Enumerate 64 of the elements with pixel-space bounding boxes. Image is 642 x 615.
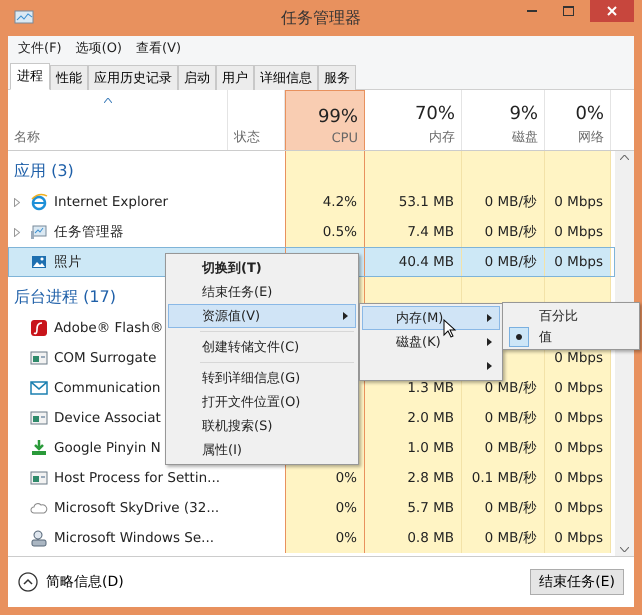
table-cell: 7.4 MB (365, 217, 462, 247)
process-name: Google Pinyin N (54, 440, 161, 456)
process-name: Internet Explorer (54, 194, 168, 210)
table-cell: 0 Mbps (545, 373, 611, 403)
window-title: 任务管理器 (280, 8, 362, 28)
table-cell: 0% (285, 523, 365, 553)
table-cell: 0 MB/秒 (462, 187, 545, 217)
process-name: 任务管理器 (54, 223, 124, 241)
process-name: Adobe® Flash® (54, 320, 164, 336)
table-cell: 2.8 MB (365, 463, 462, 493)
table-cell: 0 MB/秒 (462, 433, 545, 463)
menu-label: 切换到(T) (202, 260, 262, 277)
column-percent: 70% (414, 103, 455, 124)
table-cell: 40.4 MB (365, 247, 462, 277)
column-label: CPU (332, 131, 358, 146)
menu-label: 百分比 (539, 308, 578, 324)
column-label: 网络 (578, 129, 604, 146)
table-cell: 0 Mbps (545, 403, 611, 433)
process-name: Communication (54, 380, 160, 396)
process-name: Microsoft Windows Se... (54, 530, 214, 546)
column-label: 内存 (429, 129, 455, 146)
table-cell: 0 Mbps (545, 433, 611, 463)
menu-label: 转到详细信息(G) (202, 370, 300, 387)
menu-label: 内存(M) (396, 310, 444, 327)
table-cell: 0 Mbps (545, 463, 611, 493)
process-name: Microsoft SkyDrive (32... (54, 500, 220, 516)
menu-label: 资源值(V) (202, 308, 260, 325)
menu-label: 打开文件位置(O) (202, 394, 300, 411)
process-name: Device Associat (54, 410, 161, 426)
menu-label: 创建转储文件(C) (202, 339, 300, 356)
table-cell: 1.0 MB (365, 433, 462, 463)
table-cell: 0 Mbps (545, 217, 611, 247)
table-cell: 0.8 MB (365, 523, 462, 553)
table-cell: 0% (285, 493, 365, 523)
table-cell: 0 MB/秒 (462, 493, 545, 523)
process-name: 照片 (54, 253, 82, 271)
menu-label: 磁盘(K) (396, 334, 441, 351)
menu-label: 值 (539, 328, 552, 346)
menu-label: 结束任务(E) (202, 284, 272, 301)
table-cell: 5.7 MB (365, 493, 462, 523)
table-cell: 2.0 MB (365, 403, 462, 433)
group-title: 后台进程 (17) (14, 287, 116, 308)
table-cell: 0 Mbps (545, 247, 611, 277)
table-cell: 0 Mbps (545, 187, 611, 217)
menu-label: 联机搜索(S) (202, 418, 272, 435)
group-title: 应用 (3) (14, 161, 74, 182)
column-label: 磁盘 (512, 129, 538, 146)
table-cell: 0 Mbps (545, 493, 611, 523)
table-cell: 0 MB/秒 (462, 403, 545, 433)
table-cell: 53.1 MB (365, 187, 462, 217)
table-cell: 0 Mbps (545, 523, 611, 553)
column-percent: 0% (575, 103, 604, 124)
column-percent: 99% (318, 106, 358, 127)
menu-label: 属性(I) (202, 442, 242, 459)
table-cell: 4.2% (285, 187, 365, 217)
table-cell: 0 MB/秒 (462, 247, 545, 277)
process-name: COM Surrogate (54, 350, 156, 366)
column-percent: 9% (509, 103, 538, 124)
table-cell: 0.5% (285, 217, 365, 247)
process-name: Host Process for Settin... (54, 470, 220, 486)
table-cell: 0 MB/秒 (462, 217, 545, 247)
table-cell: 0% (285, 463, 365, 493)
table-cell: 0.1 MB/秒 (462, 463, 545, 493)
table-cell: 0 MB/秒 (462, 523, 545, 553)
